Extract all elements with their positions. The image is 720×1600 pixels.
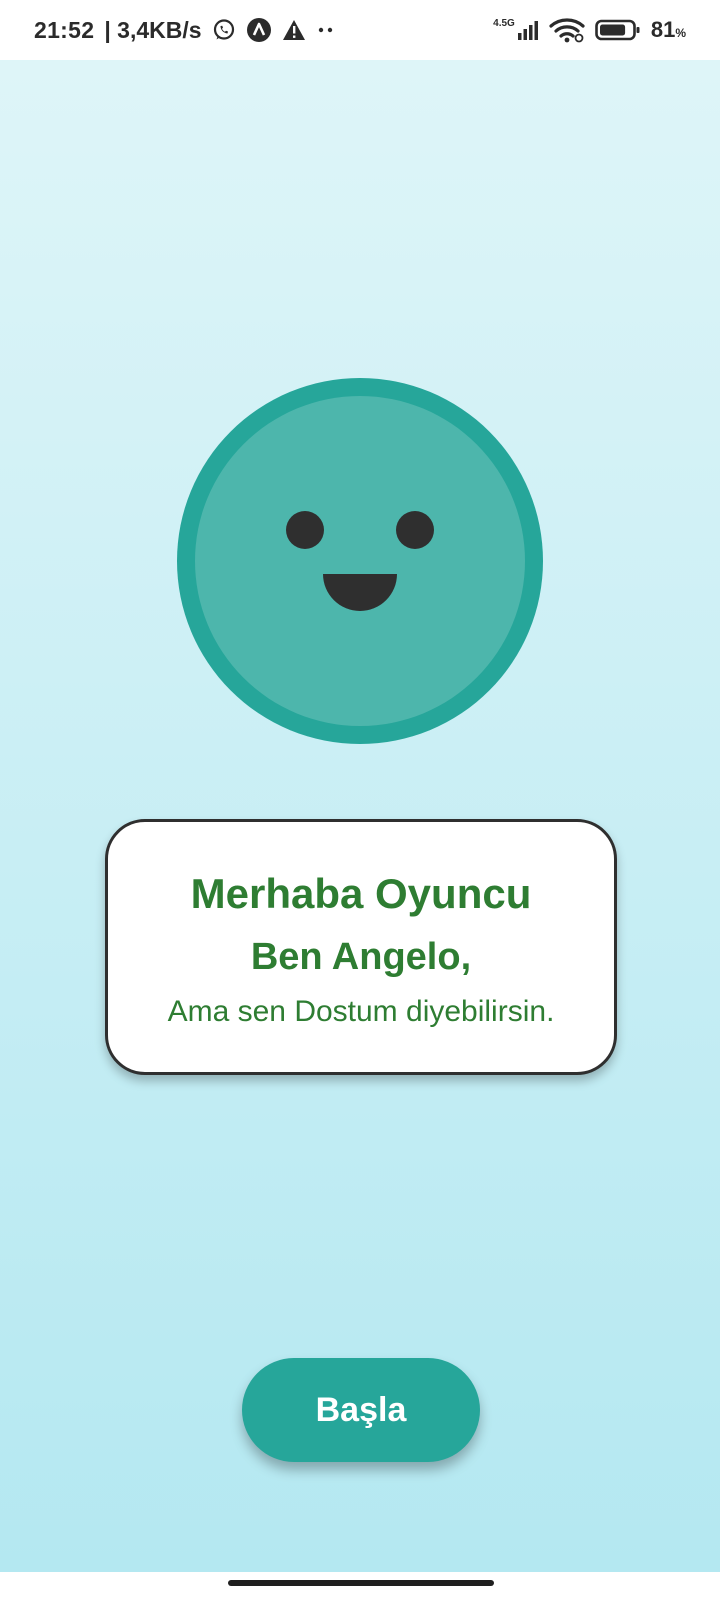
status-bar-left: 21:52 | 3,4KB/s <box>34 17 336 44</box>
signal-icon <box>517 19 539 41</box>
battery-unit: % <box>675 26 686 40</box>
more-dots-icon <box>316 26 336 34</box>
greeting-text: Merhaba Oyuncu <box>190 870 532 917</box>
cellular-indicator: 4.5G <box>493 19 539 41</box>
smiley-face-icon <box>177 378 543 744</box>
network-type: 4.5G <box>493 18 515 29</box>
character-face <box>177 378 543 744</box>
navigation-bar <box>0 1572 720 1600</box>
app-screen: Merhaba Oyuncu Ben Angelo, Ama sen Dostu… <box>0 60 720 1572</box>
battery-level: 81% <box>651 17 686 43</box>
home-indicator[interactable] <box>228 1580 494 1586</box>
warning-icon <box>282 19 306 41</box>
whatsapp-icon <box>212 18 236 42</box>
start-button[interactable]: Başla <box>242 1358 480 1462</box>
subtitle-text: Ama sen Dostum diyebilirsin. <box>167 995 555 1028</box>
battery-percent: 81 <box>650 17 676 42</box>
left-eye <box>286 511 324 549</box>
status-bar: 21:52 | 3,4KB/s 4.5G 81% <box>0 0 720 60</box>
wifi-icon <box>549 17 585 43</box>
right-eye <box>396 511 434 549</box>
face-inner <box>195 396 525 726</box>
battery-icon <box>595 18 641 42</box>
intro-text: Ben Angelo, <box>250 936 472 978</box>
status-bar-right: 4.5G 81% <box>493 17 686 43</box>
status-time: 21:52 <box>34 16 95 43</box>
app-a-icon <box>246 17 272 43</box>
dialog-card: Merhaba Oyuncu Ben Angelo, Ama sen Dostu… <box>105 819 617 1075</box>
network-speed: | 3,4KB/s <box>104 16 202 43</box>
